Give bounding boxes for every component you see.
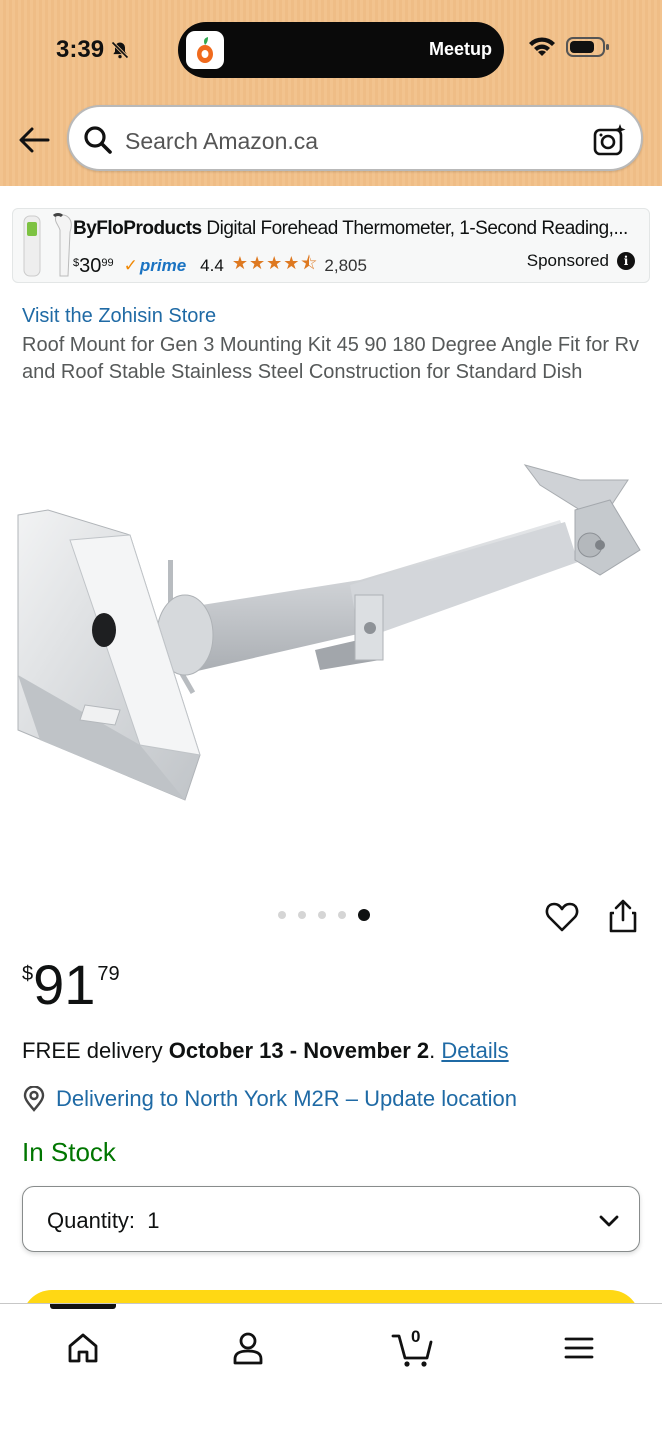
carousel-dot[interactable] [318, 911, 326, 919]
carousel-dot[interactable] [278, 911, 286, 919]
price-whole: 91 [33, 953, 96, 1016]
quantity-label: Quantity: 1 [47, 1208, 160, 1234]
quantity-select[interactable]: Quantity: 1 [22, 1186, 640, 1252]
price-currency: $ [22, 963, 34, 985]
product-price: $ 91 79 [22, 955, 120, 1015]
nav-menu[interactable] [557, 1326, 601, 1370]
stock-status: In Stock [22, 1137, 116, 1167]
delivery-location-link[interactable]: Delivering to North York M2R – Update lo… [22, 1086, 517, 1112]
sponsored-label[interactable]: Sponsored i [527, 251, 635, 271]
prime-check-icon: ✓ [123, 256, 138, 275]
bottom-navigation: 0 [0, 1303, 662, 1440]
account-icon [233, 1332, 263, 1365]
delivery-period: . [429, 1038, 442, 1063]
menu-icon [564, 1337, 594, 1359]
ad-title: ByFloProducts Digital Forehead Thermomet… [73, 218, 633, 240]
thermometer-product-image [23, 213, 72, 277]
visit-store-link[interactable]: Visit the Zohisin Store [22, 305, 216, 328]
ad-price-whole: 30 [79, 254, 102, 277]
info-icon[interactable]: i [617, 252, 635, 270]
delivery-info: FREE delivery October 13 - November 2. D… [22, 1038, 509, 1064]
ad-price: $ 30 99 [73, 255, 114, 278]
carousel-dot[interactable] [338, 911, 346, 919]
product-image[interactable] [0, 440, 662, 880]
delivery-dates: October 13 - November 2 [168, 1038, 430, 1063]
delivery-prefix: FREE delivery [22, 1038, 169, 1063]
ad-details-row: $ 30 99 ✓ prime 4.4 ★★★★⯪ 2,805 [73, 251, 367, 281]
cart-count-badge: 0 [411, 1327, 421, 1346]
nav-cart[interactable]: 0 [390, 1326, 438, 1370]
active-tab-indicator [50, 1304, 116, 1309]
prime-label: prime [139, 256, 187, 275]
back-arrow-icon [19, 127, 50, 153]
clock-text: 3:39 [56, 36, 105, 63]
ad-price-fraction: 99 [101, 256, 114, 269]
carousel-dot[interactable] [298, 911, 306, 919]
price-fraction: 79 [97, 963, 120, 985]
nav-account[interactable] [226, 1326, 270, 1370]
search-placeholder: Search Amazon.ca [125, 128, 319, 154]
quantity-label-text: Quantity: [47, 1208, 136, 1233]
ad-product-name: Digital Forehead Thermometer, 1-Second R… [201, 218, 628, 239]
activity-label: Meetup [429, 39, 492, 59]
share-icon[interactable] [606, 898, 640, 934]
nav-home[interactable] [61, 1326, 105, 1370]
star-rating-icon: ★★★★⯪ [231, 253, 319, 273]
meetup-app-icon [186, 31, 224, 69]
location-pin-icon [23, 1086, 45, 1112]
prime-badge: ✓ prime [124, 256, 187, 276]
status-icons [528, 36, 610, 58]
location-text: Delivering to North York M2R – Update lo… [56, 1086, 518, 1111]
camera-icon[interactable] [593, 123, 627, 157]
search-icon [84, 126, 112, 154]
home-icon [68, 1333, 98, 1363]
ad-rating: 4.4 [200, 256, 224, 275]
app-header: 3:39 Meetup Search Amazon.ca [0, 0, 662, 186]
ad-brand: ByFloProducts [73, 218, 202, 239]
back-button[interactable] [14, 122, 54, 158]
wifi-icon [529, 37, 555, 56]
sponsored-text: Sponsored [526, 251, 609, 270]
carousel-dot-active[interactable] [358, 909, 370, 921]
ad-review-count: 2,805 [324, 256, 367, 275]
status-time: 3:39 [56, 36, 130, 64]
bell-slash-icon [111, 41, 129, 59]
image-carousel-indicator[interactable] [278, 909, 370, 921]
battery-icon [566, 37, 609, 57]
product-title: Roof Mount for Gen 3 Mounting Kit 45 90 … [22, 334, 640, 383]
sponsored-ad-banner[interactable]: ByFloProducts Digital Forehead Thermomet… [12, 208, 650, 283]
details-link[interactable]: Details [441, 1038, 508, 1063]
quantity-value: 1 [147, 1208, 160, 1233]
chevron-down-icon [599, 1215, 619, 1227]
search-input[interactable]: Search Amazon.ca [67, 105, 643, 171]
heart-icon[interactable] [545, 900, 579, 934]
dynamic-island: Meetup [178, 22, 504, 78]
